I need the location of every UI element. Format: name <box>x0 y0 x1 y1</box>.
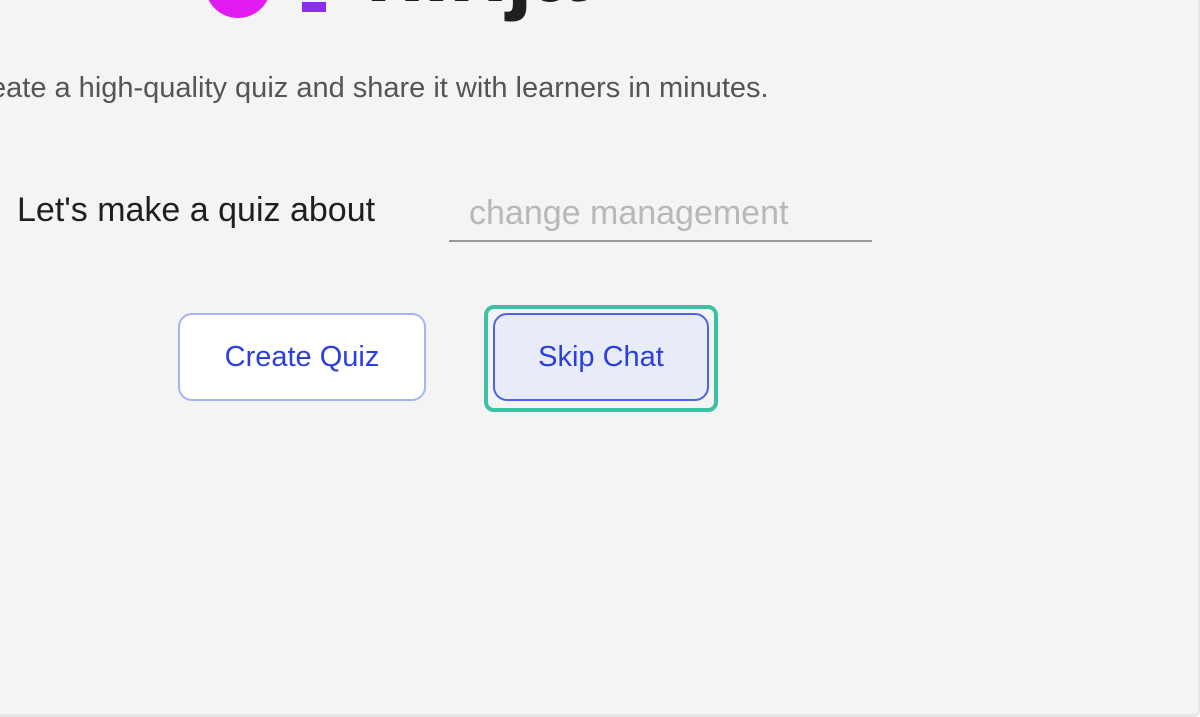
quiz-topic-input[interactable] <box>449 186 872 242</box>
skip-chat-button[interactable]: Skip Chat <box>493 313 709 401</box>
create-quiz-button[interactable]: Create Quiz <box>178 313 426 401</box>
logo-wordmark: ninja <box>365 0 586 16</box>
logo-bar-icon <box>302 2 326 12</box>
logo-dot-icon <box>205 0 271 18</box>
page: ninja eate a high-quality quiz and share… <box>0 0 1200 717</box>
page-subtitle: eate a high-quality quiz and share it wi… <box>0 72 769 104</box>
brand-logo: ninja <box>205 0 685 18</box>
prompt-label: Let's make a quiz about <box>17 191 376 229</box>
quiz-topic-prompt: Let's make a quiz about <box>17 186 897 244</box>
